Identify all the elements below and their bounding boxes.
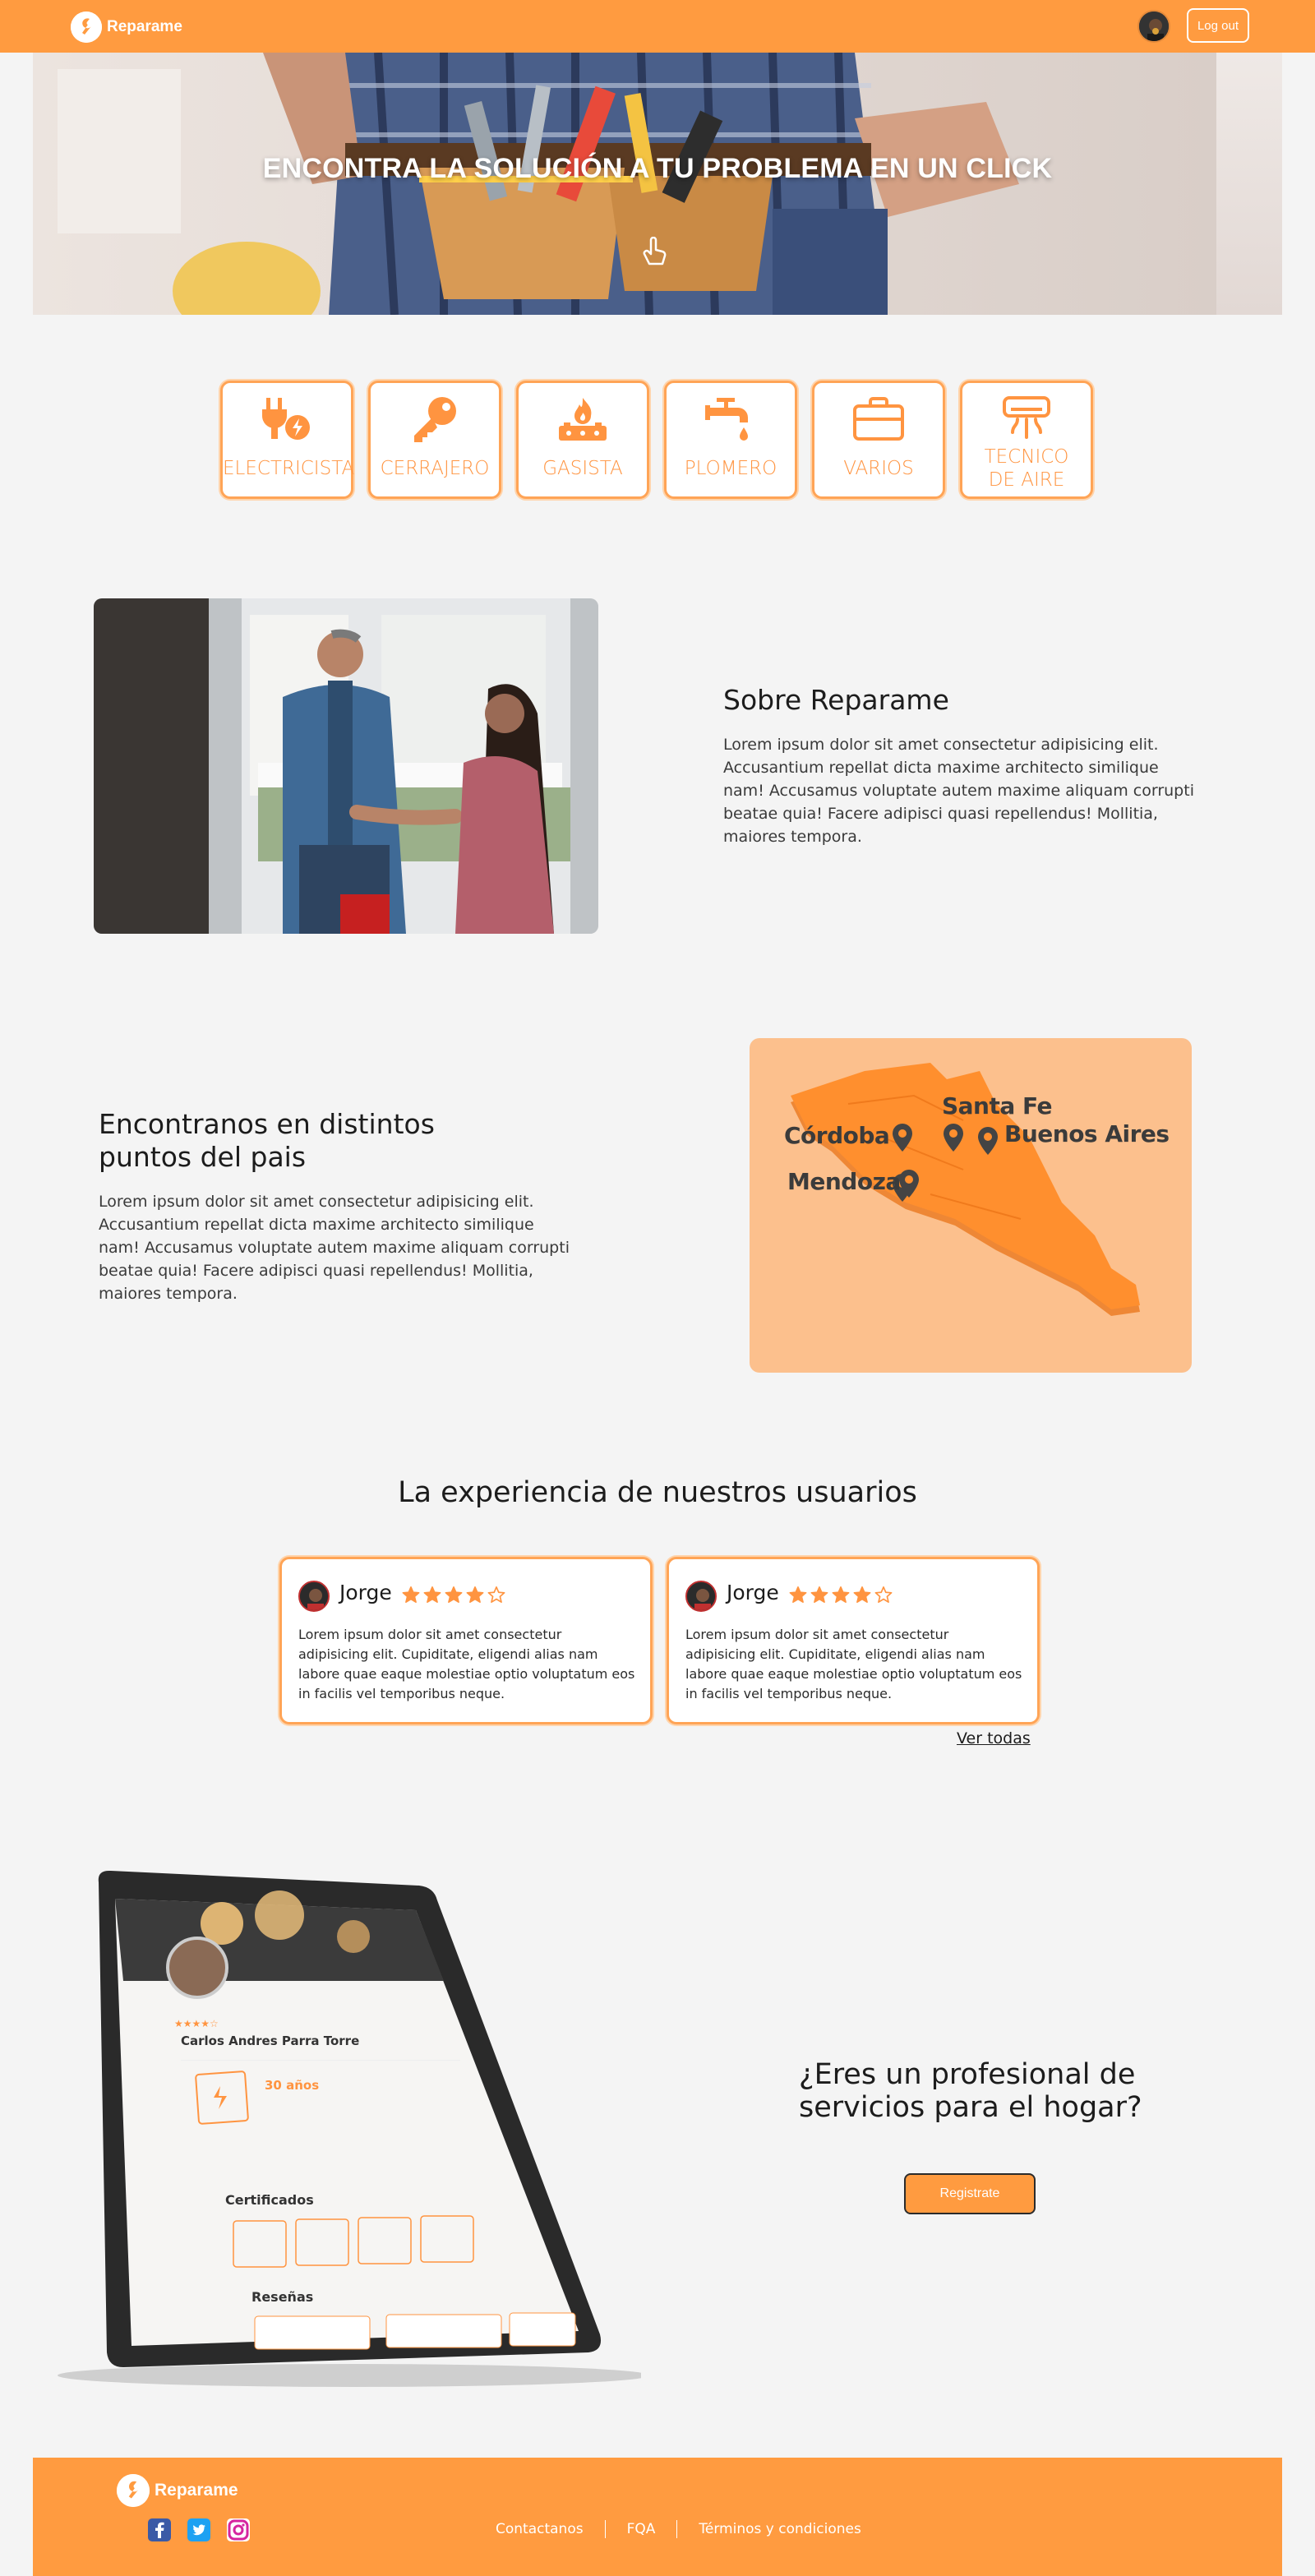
footer-brand[interactable]: Reparame xyxy=(117,2474,238,2507)
navbar: Reparame Log out xyxy=(0,0,1315,53)
reviewer-avatar xyxy=(298,1581,330,1612)
footer-links: Contactanos FQA Términos y condiciones xyxy=(496,2520,861,2538)
air-conditioner-icon xyxy=(999,395,1054,444)
argentina-map: Santa Fe Córdoba Buenos Aires Mendoza xyxy=(750,1038,1192,1373)
category-card-tecnico-de-aire[interactable]: TECNICO DE AIRE xyxy=(960,381,1093,499)
location-pin-icon xyxy=(944,1124,963,1152)
twitter-icon[interactable] xyxy=(187,2518,210,2541)
faucet-icon xyxy=(704,395,758,444)
plug-bolt-icon xyxy=(260,395,314,444)
category-label: CERRAJERO xyxy=(380,458,490,479)
category-card-electricista[interactable]: ELECTRICISTA xyxy=(220,381,355,499)
category-label: TECNICO DE AIRE xyxy=(984,446,1069,491)
about-text: Lorem ipsum dolor sit amet consectetur a… xyxy=(723,736,1194,846)
instagram-icon[interactable] xyxy=(227,2518,250,2541)
reviewer-avatar xyxy=(685,1581,717,1612)
rating-stars xyxy=(402,1586,505,1604)
location-pin-icon xyxy=(899,1170,919,1198)
user-avatar[interactable] xyxy=(1137,10,1170,43)
reviewer-name: Jorge xyxy=(339,1581,392,1604)
star-empty-icon xyxy=(874,1586,893,1604)
category-card-varios[interactable]: VARIOS xyxy=(812,381,945,499)
category-label: GASISTA xyxy=(542,458,623,479)
brand-name: Reparame xyxy=(107,18,182,35)
rating-stars xyxy=(789,1586,893,1604)
reviewer-name: Jorge xyxy=(727,1581,779,1604)
footer-brand-name: Reparame xyxy=(155,2481,238,2500)
star-filled-icon xyxy=(445,1586,463,1604)
professional-title: ¿Eres un profesional de servicios para e… xyxy=(799,2058,1142,2124)
star-filled-icon xyxy=(466,1586,484,1604)
tablet-profile-name: Carlos Andres Parra Torre xyxy=(181,2034,359,2048)
location-pin-icon xyxy=(978,1127,998,1155)
tablet-reviews-title: Reseñas xyxy=(251,2289,313,2305)
footer-link-faq[interactable]: FQA xyxy=(627,2521,656,2537)
register-button[interactable]: Registrate xyxy=(904,2173,1036,2214)
review-text: Lorem ipsum dolor sit amet consectetur a… xyxy=(685,1627,1022,1701)
toolbox-icon xyxy=(851,395,906,444)
hand-pointer-icon xyxy=(641,236,671,270)
footer-link-terms[interactable]: Términos y condiciones xyxy=(699,2521,861,2537)
tablet-mockup: ★★★★☆ Carlos Andres Parra Torre 30 años … xyxy=(33,1866,649,2392)
review-text: Lorem ipsum dolor sit amet consectetur a… xyxy=(298,1627,635,1701)
category-card-cerrajero[interactable]: CERRAJERO xyxy=(368,381,501,499)
city-label-mendoza: Mendoza xyxy=(787,1168,901,1195)
wrench-logo-icon xyxy=(117,2474,150,2507)
key-icon xyxy=(408,395,462,444)
svg-text:★★★★☆: ★★★★☆ xyxy=(174,2018,219,2029)
star-filled-icon xyxy=(810,1586,828,1604)
footer-divider xyxy=(604,2520,606,2538)
locations-text: Lorem ipsum dolor sit amet consectetur a… xyxy=(99,1193,570,1303)
location-pin-icon xyxy=(893,1124,912,1152)
reviews-title: La experiencia de nuestros usuarios xyxy=(398,1476,917,1509)
about-title: Sobre Reparame xyxy=(723,684,949,716)
star-filled-icon xyxy=(832,1586,850,1604)
star-filled-icon xyxy=(853,1586,871,1604)
category-label: ELECTRICISTA xyxy=(223,458,355,479)
star-filled-icon xyxy=(402,1586,420,1604)
category-label: PLOMERO xyxy=(684,458,777,479)
star-empty-icon xyxy=(487,1586,505,1604)
logout-button[interactable]: Log out xyxy=(1187,8,1249,43)
gas-stove-icon xyxy=(556,395,610,444)
hero-title: ENCONTRA LA SOLUCIÓN A TU PROBLEMA EN UN… xyxy=(262,153,1053,184)
city-label-cordoba: Córdoba xyxy=(784,1122,890,1149)
footer-divider xyxy=(676,2520,678,2538)
see-all-reviews-link[interactable]: Ver todas xyxy=(957,1729,1031,1747)
review-card: Jorge Lorem ipsum dolor sit amet consecte… xyxy=(279,1557,653,1724)
facebook-icon[interactable] xyxy=(148,2518,171,2541)
category-card-plomero[interactable]: PLOMERO xyxy=(664,381,797,499)
review-card: Jorge Lorem ipsum dolor sit amet consecte… xyxy=(667,1557,1040,1724)
category-card-gasista[interactable]: GASISTA xyxy=(516,381,649,499)
about-image xyxy=(94,598,598,934)
footer: Reparame Contactanos FQA Términos y cond… xyxy=(33,2458,1282,2576)
city-label-santa-fe: Santa Fe xyxy=(942,1092,1053,1119)
city-label-buenos-aires: Buenos Aires xyxy=(1004,1120,1170,1147)
category-label: VARIOS xyxy=(843,458,914,479)
tablet-years: 30 años xyxy=(265,2078,319,2093)
locations-title: Encontranos en distintos puntos del pais xyxy=(99,1108,435,1173)
tablet-certificates-title: Certificados xyxy=(225,2192,314,2208)
star-filled-icon xyxy=(789,1586,807,1604)
brand-logo-link[interactable]: Reparame xyxy=(71,12,182,43)
wrench-logo-icon xyxy=(71,12,102,43)
footer-link-contact[interactable]: Contactanos xyxy=(496,2521,584,2537)
star-filled-icon xyxy=(423,1586,441,1604)
